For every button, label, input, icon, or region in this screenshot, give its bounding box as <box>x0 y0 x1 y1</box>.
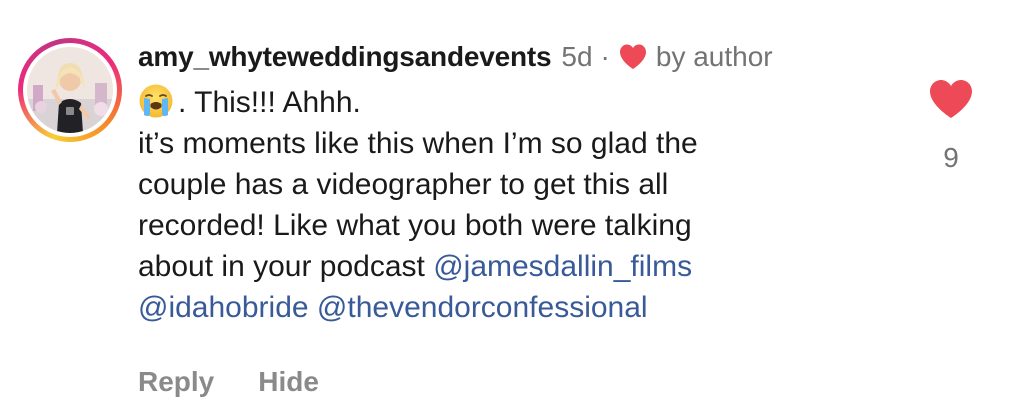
mention-link[interactable]: @thevendorconfessional <box>317 291 648 324</box>
comment-body-line: couple has a videographer to get this al… <box>138 168 669 201</box>
like-count[interactable]: 9 <box>918 142 984 174</box>
comment-body-line-text: about in your podcast <box>138 250 434 283</box>
mention-link[interactable]: @idahobride <box>138 291 309 324</box>
comment-body-line: about in your podcast @jamesdallin_films <box>138 246 898 287</box>
heart-icon <box>619 44 646 69</box>
comment-body-line: @idahobride @thevendorconfessional <box>138 287 898 328</box>
comment-body-line: recorded! Like what you both were talkin… <box>138 209 692 242</box>
timestamp[interactable]: 5d <box>561 41 592 73</box>
comment-first-line-text: . This!!! Ahhh. <box>178 86 361 119</box>
reply-button[interactable]: Reply <box>138 366 214 398</box>
avatar-photo <box>27 47 113 133</box>
loudly-crying-face-emoji <box>139 84 173 118</box>
comment-body-line: it’s moments like this when I’m so glad … <box>138 127 698 160</box>
mention-link[interactable]: @jamesdallin_films <box>433 250 692 283</box>
avatar[interactable] <box>27 47 113 133</box>
comment-item: amy_whyteweddingsandevents 5d · by autho… <box>0 0 1024 418</box>
comment-text: . This!!! Ahhh. it’s moments like this w… <box>138 82 898 328</box>
hide-button[interactable]: Hide <box>258 366 319 398</box>
comment-actions: Reply Hide <box>138 366 319 398</box>
avatar-story-ring[interactable] <box>18 38 122 142</box>
liked-by-author-label: by author <box>655 41 773 72</box>
comment-first-line: . This!!! Ahhh. <box>138 82 898 123</box>
heart-filled-icon[interactable] <box>928 78 974 120</box>
username-link[interactable]: amy_whyteweddingsandevents <box>138 41 552 73</box>
comment-header: amy_whyteweddingsandevents 5d · by autho… <box>138 38 773 76</box>
separator-dot: · <box>600 41 610 72</box>
